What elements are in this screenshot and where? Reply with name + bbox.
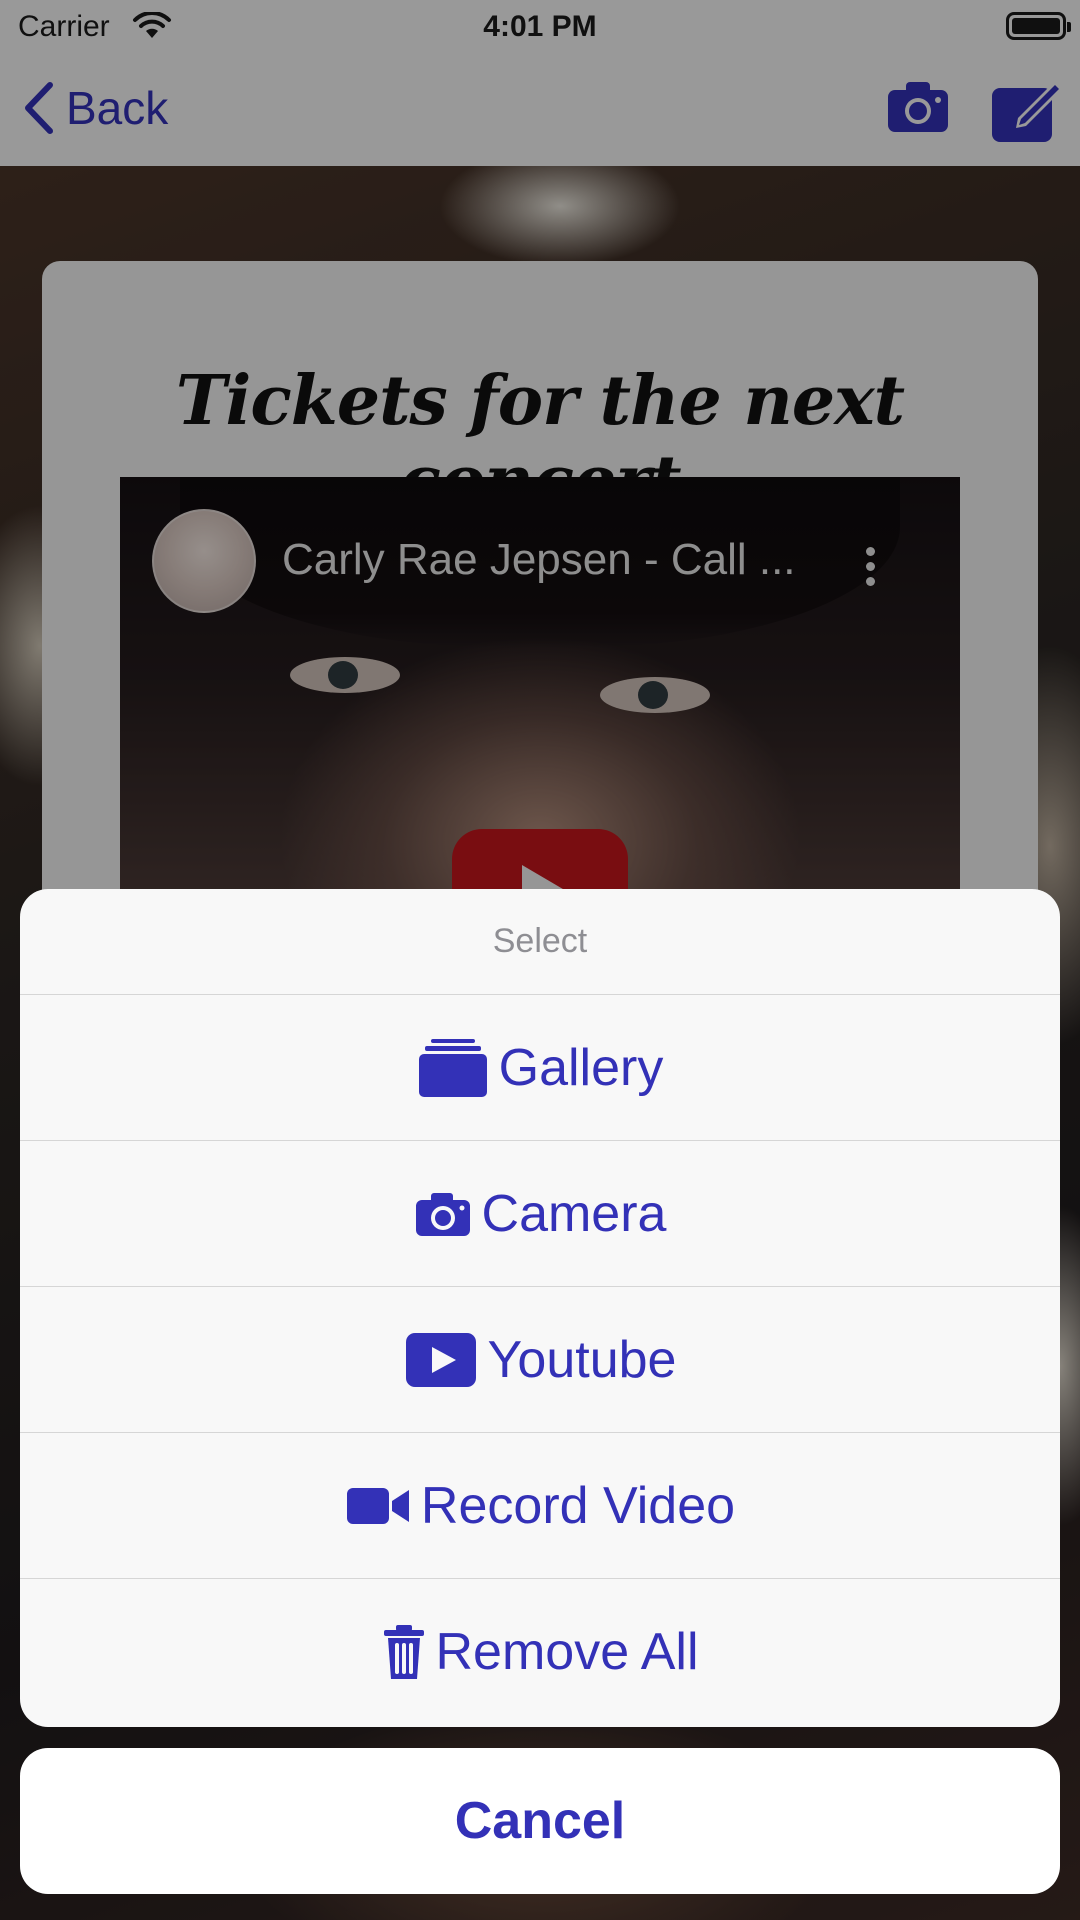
action-record-video[interactable]: Record Video — [20, 1433, 1060, 1579]
action-sheet-title-label: Select — [492, 922, 588, 960]
camera-icon — [415, 1192, 470, 1236]
action-sheet: Select Gallery Camera Youtube Record Vid… — [20, 889, 1060, 1727]
video-camera-icon — [346, 1487, 409, 1524]
action-remove-all-label: Remove All — [435, 1623, 699, 1681]
action-record-video-label: Record Video — [420, 1476, 736, 1535]
action-sheet-title: Select — [20, 889, 1060, 995]
action-remove-all[interactable]: Remove All — [20, 1579, 1060, 1725]
action-youtube-label: Youtube — [487, 1330, 677, 1389]
action-camera[interactable]: Camera — [20, 1141, 1060, 1287]
action-youtube[interactable]: Youtube — [20, 1287, 1060, 1433]
gallery-icon — [418, 1038, 487, 1097]
cancel-button[interactable]: Cancel — [20, 1748, 1060, 1894]
trash-icon — [383, 1625, 424, 1679]
action-gallery[interactable]: Gallery — [20, 995, 1060, 1141]
cancel-label: Cancel — [454, 1792, 626, 1850]
youtube-icon — [405, 1332, 476, 1387]
action-camera-label: Camera — [481, 1184, 667, 1243]
action-gallery-label: Gallery — [498, 1038, 664, 1097]
